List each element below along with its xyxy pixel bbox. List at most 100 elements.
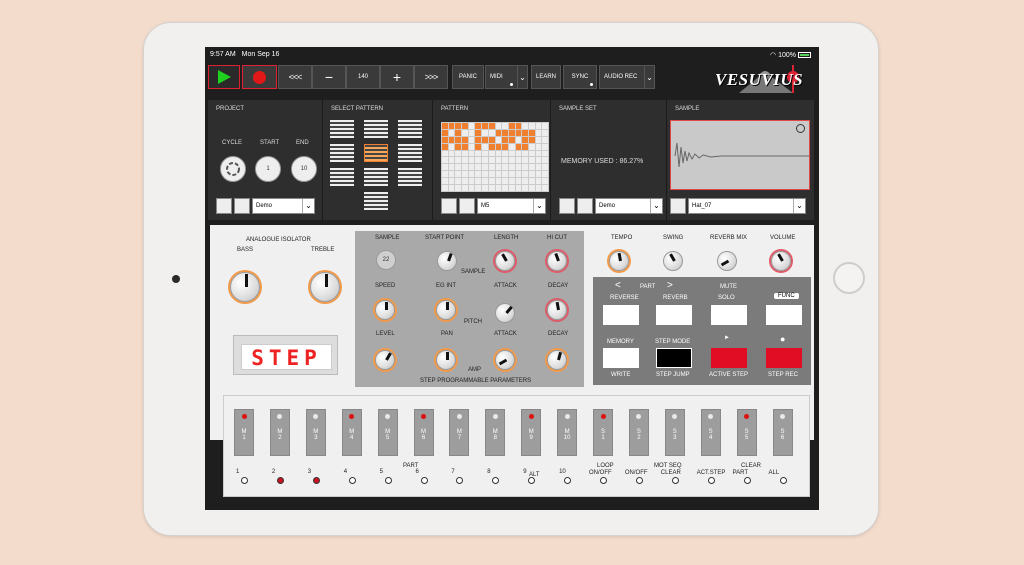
step-button[interactable]: S4 — [700, 409, 721, 456]
pattern-cell[interactable] — [448, 185, 455, 191]
pattern-cell[interactable] — [495, 150, 502, 157]
pattern-cell[interactable] — [482, 178, 488, 185]
pattern-cell[interactable] — [528, 171, 535, 178]
pattern-cell[interactable] — [508, 129, 515, 136]
pattern-cell[interactable] — [468, 164, 475, 171]
pattern-cell[interactable] — [468, 171, 475, 178]
pattern-cell[interactable] — [508, 136, 515, 143]
pattern-cell[interactable] — [542, 150, 548, 157]
volume-knob[interactable] — [771, 251, 791, 271]
pattern-cell[interactable] — [468, 178, 475, 185]
rewind-button[interactable]: <<< — [278, 65, 312, 89]
pattern-cell[interactable] — [455, 171, 462, 178]
pattern-cell[interactable] — [462, 123, 468, 129]
treble-knob[interactable] — [310, 272, 340, 302]
pattern-cell[interactable] — [488, 157, 495, 164]
pattern-cell[interactable] — [542, 185, 548, 191]
step-radio[interactable] — [312, 477, 320, 484]
pattern-cell[interactable] — [522, 150, 528, 157]
step-radio[interactable] — [492, 477, 500, 484]
hi-cut-knob[interactable] — [547, 251, 567, 271]
pattern-cell[interactable] — [442, 143, 448, 150]
step-radio[interactable] — [456, 477, 464, 484]
pattern-cell[interactable] — [488, 178, 495, 185]
share-icon[interactable] — [670, 198, 686, 214]
pattern-cell[interactable] — [528, 143, 535, 150]
step-button[interactable]: M4 — [341, 409, 362, 456]
pattern-cell[interactable] — [508, 150, 515, 157]
solo-button[interactable] — [711, 305, 747, 325]
pan-knob[interactable] — [436, 350, 456, 370]
pattern-cell[interactable] — [502, 150, 508, 157]
chevron-down-icon[interactable]: ⌄ — [517, 66, 527, 88]
pattern-cell[interactable] — [502, 129, 508, 136]
end-knob[interactable]: 10 — [291, 156, 317, 182]
pattern-cell[interactable] — [462, 178, 468, 185]
pattern-cell[interactable] — [442, 129, 448, 136]
pattern-cell[interactable] — [515, 157, 522, 164]
pattern-cell[interactable] — [535, 171, 542, 178]
pattern-cell[interactable] — [535, 164, 542, 171]
pattern-cell[interactable] — [515, 164, 522, 171]
part-prev-button[interactable]: < — [615, 280, 621, 291]
speed-knob[interactable] — [375, 300, 395, 320]
eg-int-knob[interactable] — [436, 300, 456, 320]
pattern-cell[interactable] — [462, 171, 468, 178]
pattern-cell[interactable] — [522, 129, 528, 136]
pattern-cell[interactable] — [495, 164, 502, 171]
share-icon[interactable] — [559, 198, 575, 214]
pattern-thumb[interactable] — [398, 144, 422, 162]
pattern-cell[interactable] — [462, 136, 468, 143]
pattern-cell[interactable] — [462, 129, 468, 136]
pattern-cell[interactable] — [535, 129, 542, 136]
pattern-thumb[interactable] — [364, 120, 388, 138]
step-button[interactable]: M1 — [234, 409, 254, 456]
pattern-cell[interactable] — [442, 157, 448, 164]
learn-button[interactable]: LEARN — [531, 65, 561, 89]
sample-set-select[interactable]: Demo ⌄ — [595, 198, 663, 214]
memory-write-button[interactable] — [603, 348, 639, 368]
pattern-cell[interactable] — [482, 136, 488, 143]
pattern-cell[interactable] — [442, 123, 448, 129]
pattern-cell[interactable] — [495, 157, 502, 164]
pattern-cell[interactable] — [508, 185, 515, 191]
step-button[interactable]: S6 — [772, 409, 793, 456]
pattern-thumb[interactable] — [398, 168, 422, 186]
pattern-cell[interactable] — [515, 178, 522, 185]
pattern-cell[interactable] — [468, 123, 475, 129]
step-button[interactable]: S2 — [628, 409, 649, 456]
pattern-cell[interactable] — [528, 150, 535, 157]
amp-attack-knob[interactable] — [495, 350, 515, 370]
pattern-cell[interactable] — [515, 150, 522, 157]
pattern-cell[interactable] — [528, 178, 535, 185]
func-button[interactable] — [766, 305, 802, 325]
pattern-cell[interactable] — [535, 157, 542, 164]
pattern-cell[interactable] — [488, 150, 495, 157]
share-icon[interactable] — [441, 198, 457, 214]
pattern-cell[interactable] — [522, 178, 528, 185]
pattern-cell[interactable] — [495, 171, 502, 178]
pattern-cell[interactable] — [535, 178, 542, 185]
sample-select[interactable]: Hat_07 ⌄ — [688, 198, 806, 214]
pattern-cell[interactable] — [508, 164, 515, 171]
midi-button[interactable]: MIDI ⌄ — [485, 65, 528, 89]
pattern-cell[interactable] — [475, 129, 482, 136]
pattern-cell[interactable] — [448, 178, 455, 185]
pattern-cell[interactable] — [522, 164, 528, 171]
pattern-cell[interactable] — [455, 123, 462, 129]
pattern-cell[interactable] — [468, 157, 475, 164]
pattern-grid[interactable] — [441, 122, 549, 192]
step-radio[interactable] — [241, 477, 248, 484]
pattern-cell[interactable] — [448, 136, 455, 143]
pattern-cell[interactable] — [495, 136, 502, 143]
save-icon[interactable] — [577, 198, 593, 214]
pattern-cell[interactable] — [482, 157, 488, 164]
share-icon[interactable] — [216, 198, 232, 214]
step-radio[interactable] — [528, 477, 536, 484]
pattern-cell[interactable] — [515, 129, 522, 136]
pattern-cell[interactable] — [508, 157, 515, 164]
step-button[interactable]: S1 — [593, 409, 613, 456]
pattern-cell[interactable] — [542, 129, 548, 136]
step-radio[interactable] — [635, 477, 643, 484]
pattern-cell[interactable] — [455, 136, 462, 143]
